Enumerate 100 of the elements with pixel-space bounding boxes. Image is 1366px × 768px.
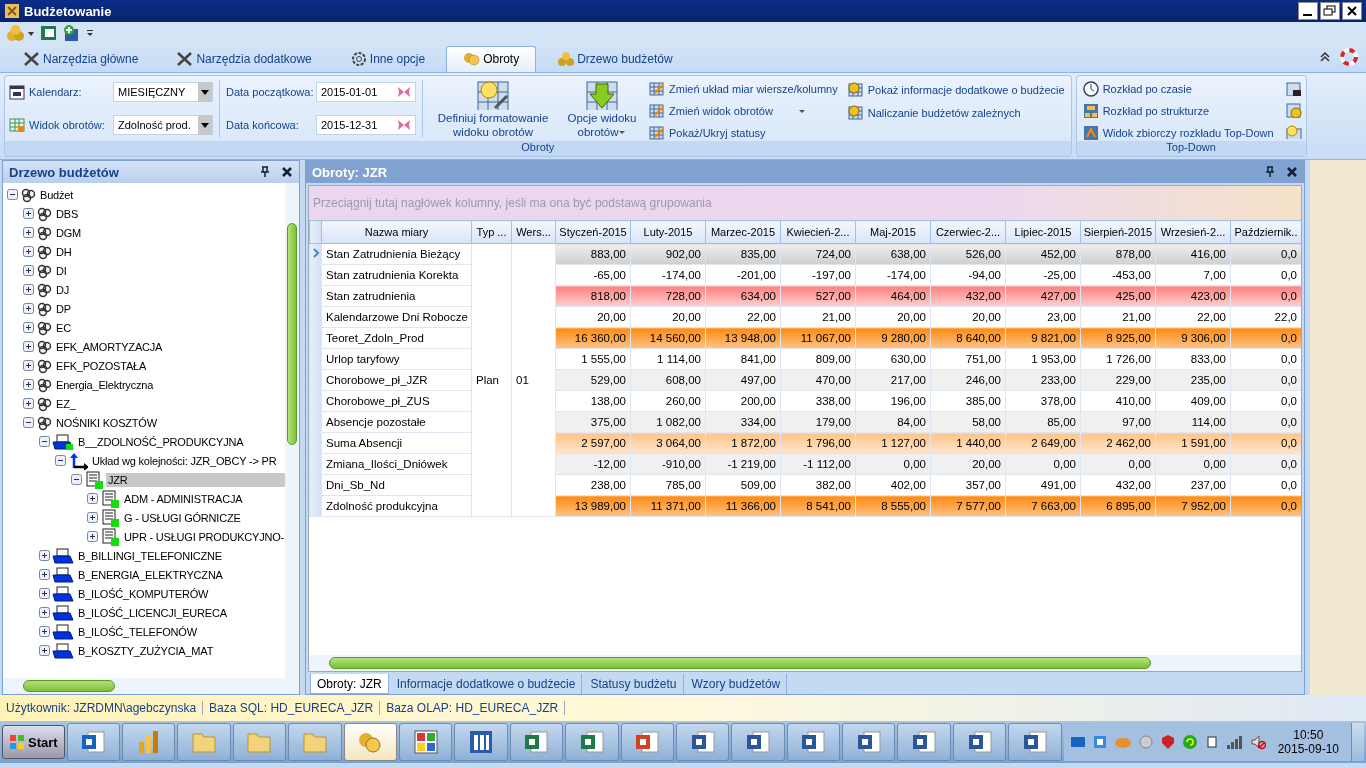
panel-tab[interactable]: Obroty: JZR <box>310 674 389 694</box>
muted-speaker-icon[interactable] <box>1249 734 1266 750</box>
column-header[interactable]: Wers... <box>511 220 556 244</box>
taskbar-button[interactable] <box>675 723 730 761</box>
tree-item[interactable]: DJ <box>54 282 72 297</box>
close-button[interactable] <box>1342 2 1362 20</box>
tree-item[interactable]: EZ_ <box>54 396 78 411</box>
pin-icon[interactable] <box>1264 166 1276 178</box>
restore-button[interactable] <box>1320 2 1340 20</box>
tree-item[interactable]: B_KOSZTY_ZUŻYCIA_MAT <box>76 643 216 658</box>
expander-icon[interactable] <box>23 417 34 428</box>
ribbon-button[interactable]: Zmień układ miar wiersze/kolumny <box>647 79 840 99</box>
tree-item[interactable]: EC <box>54 320 73 335</box>
spreadsheet-icon[interactable] <box>40 24 58 42</box>
taskbar-button[interactable] <box>66 723 120 761</box>
expander-icon[interactable] <box>87 493 98 504</box>
ribbon-tab[interactable]: Inne opcje <box>332 46 443 72</box>
tree-item[interactable]: Energia_Elektryczna <box>54 377 156 392</box>
ribbon-button[interactable]: Rozkład po czasie <box>1080 79 1276 99</box>
column-header[interactable]: Czerwiec-2... <box>930 220 1006 244</box>
column-header[interactable]: Maj-2015 <box>855 220 931 244</box>
table-icon[interactable] <box>1285 82 1302 97</box>
tree-item[interactable]: NOŚNIKI KOSZTÓW <box>54 415 159 430</box>
coin-bags-icon[interactable] <box>6 24 36 42</box>
shield-icon[interactable] <box>1159 734 1176 750</box>
tree-item[interactable]: B__ZDOLNOŚĆ_PRODUKCYJNA <box>76 434 246 449</box>
tree-item[interactable]: B_BILLINGI_TELEFONICZNE <box>76 548 224 563</box>
ribbon-button[interactable]: Naliczanie budżetów zależnych <box>845 102 1067 123</box>
taskbar-button[interactable] <box>1008 723 1062 761</box>
collapse-ribbon-icon[interactable] <box>1318 50 1332 64</box>
start-button[interactable]: Start <box>2 725 65 759</box>
expander-icon[interactable] <box>23 208 34 219</box>
row-indicator[interactable] <box>309 243 322 265</box>
signal-icon[interactable] <box>1225 734 1244 750</box>
close-icon[interactable] <box>1286 166 1298 178</box>
taskbar-button[interactable] <box>565 723 619 761</box>
column-header[interactable]: Wrzesień-2... <box>1155 220 1231 244</box>
tree-item[interactable]: G - USŁUGI GÓRNICZE <box>122 510 243 525</box>
column-header[interactable]: Typ ... <box>471 220 512 244</box>
tree-item[interactable]: B_ILOŚĆ_KOMPUTERÓW <box>76 586 211 601</box>
ribbon-tab[interactable]: Drzewo budżetów <box>540 46 690 72</box>
expander-icon[interactable] <box>23 284 34 295</box>
help-lifebuoy-icon[interactable] <box>1340 48 1358 66</box>
ribbon-tab[interactable]: Obroty <box>446 46 537 72</box>
tree-item[interactable]: DI <box>54 263 69 278</box>
expander-icon[interactable] <box>39 436 50 447</box>
tree-item[interactable]: EFK_POZOSTAŁA <box>54 358 149 373</box>
ribbon-button[interactable]: Definiuj formatowanie widoku obrotów <box>429 78 557 139</box>
tree-item[interactable]: Budżet <box>38 187 76 202</box>
taskbar-button[interactable] <box>509 723 564 761</box>
vertical-scrollbar[interactable] <box>285 183 299 678</box>
horizontal-scrollbar[interactable] <box>309 655 1301 671</box>
expander-icon[interactable] <box>7 189 18 200</box>
show-desktop-button[interactable] <box>1351 723 1365 761</box>
minimize-button[interactable] <box>1298 2 1318 20</box>
column-header[interactable]: Marzec-2015 <box>705 220 781 244</box>
taskbar-button[interactable] <box>731 723 785 761</box>
expander-icon[interactable] <box>39 569 50 580</box>
ribbon-button[interactable]: Rozkład po strukturze <box>1080 101 1276 121</box>
expander-icon[interactable] <box>87 512 98 523</box>
tree-item[interactable]: ADM - ADMINISTRACJA <box>122 491 245 506</box>
tree-item[interactable]: Układ wg kolejności: JZR_OBCY -> PR <box>90 453 279 468</box>
tree-item[interactable]: UPR - USŁUGI PRODUKCYJNO- <box>122 529 285 544</box>
column-header[interactable]: Październik.. <box>1230 220 1301 244</box>
expander-icon[interactable] <box>55 455 66 466</box>
taskbar-button[interactable] <box>620 723 674 761</box>
expander-icon[interactable] <box>23 303 34 314</box>
taskbar-button[interactable] <box>454 723 508 761</box>
column-header[interactable]: Luty-2015 <box>630 220 706 244</box>
taskbar-button[interactable] <box>398 723 453 761</box>
pin-icon[interactable] <box>259 166 271 178</box>
column-header[interactable]: Nazwa miary <box>321 220 472 244</box>
column-header[interactable]: Kwiecień-2... <box>780 220 856 244</box>
add-icon[interactable] <box>62 24 80 42</box>
butterfly-icon[interactable] <box>396 85 412 100</box>
expander-icon[interactable] <box>23 227 34 238</box>
expander-icon[interactable] <box>39 588 50 599</box>
column-header[interactable]: Lipiec-2015 <box>1005 220 1081 244</box>
expander-icon[interactable] <box>71 474 82 485</box>
ribbon-button[interactable]: Zmień widok obrotów <box>647 101 840 121</box>
refresh-icon[interactable] <box>1181 734 1198 750</box>
ribbon-button[interactable]: Opcje widoku obrotów <box>563 78 641 139</box>
taskbar-button[interactable] <box>897 723 951 761</box>
panel-tab[interactable]: Statusy budżetu <box>584 674 684 694</box>
expander-icon[interactable] <box>23 265 34 276</box>
expander-icon[interactable] <box>87 531 98 542</box>
butterfly-icon[interactable] <box>396 117 412 132</box>
tree-item[interactable]: B_ENERGIA_ELEKTRYCZNA <box>76 567 225 582</box>
column-header[interactable]: Sierpień-2015 <box>1080 220 1156 244</box>
expander-icon[interactable] <box>23 379 34 390</box>
horizontal-scrollbar[interactable] <box>3 678 299 694</box>
expander-icon[interactable] <box>39 607 50 618</box>
panel-tab[interactable]: Wzory budżetów <box>685 674 788 694</box>
ribbon-tab[interactable]: Narzędzia główne <box>6 46 156 72</box>
ribbon-tab[interactable]: Narzędzia dodatkowe <box>159 46 329 72</box>
ribbon-button[interactable]: Pokaż informacje dodatkowe o budżecie <box>845 79 1067 100</box>
date-field[interactable]: 2015-01-01 <box>316 82 416 103</box>
tree-item[interactable]: DGM <box>54 225 84 240</box>
column-header[interactable]: Styczeń-2015 <box>555 220 631 244</box>
date-field[interactable]: 2015-12-31 <box>316 114 416 135</box>
